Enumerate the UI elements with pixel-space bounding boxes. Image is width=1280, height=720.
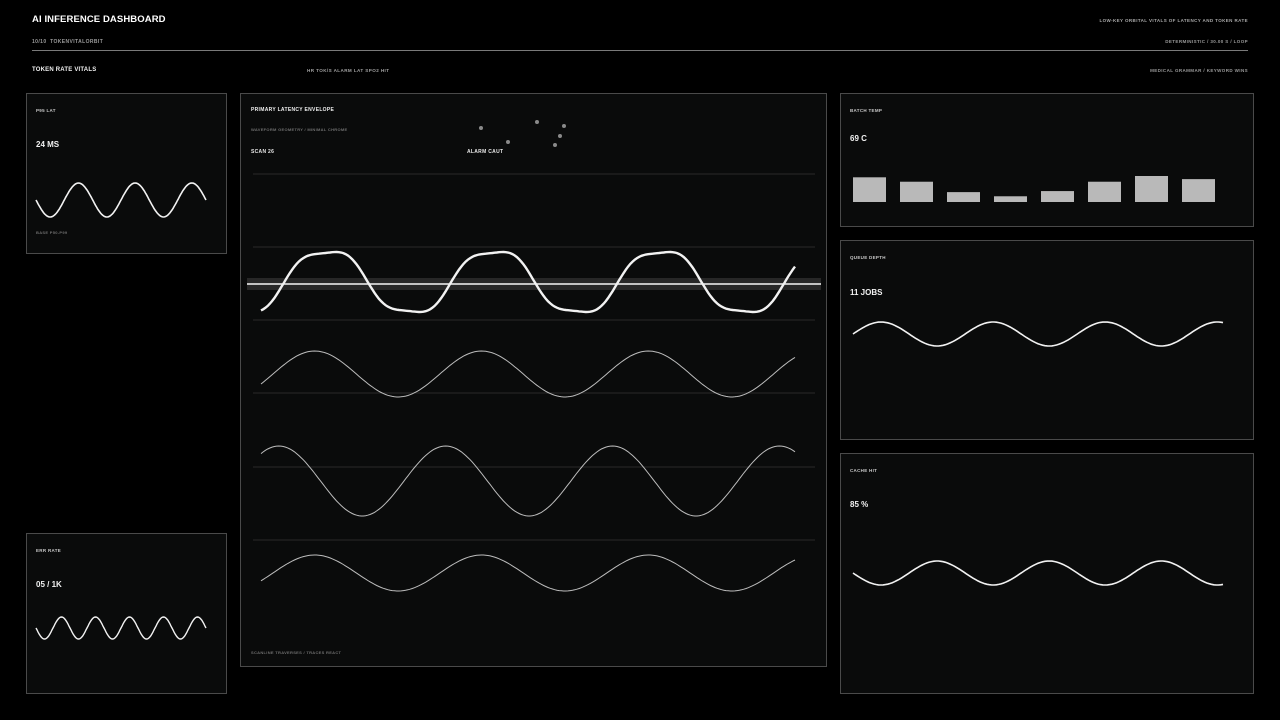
trace-line <box>260 445 796 517</box>
wave-line <box>852 321 1224 347</box>
err-sparkline <box>35 616 207 640</box>
panel-queue-depth: QUEUE DEPTH 11 JOBS <box>840 240 1254 440</box>
batch-bar <box>1182 179 1215 202</box>
panel-primary-latency: PRIMARY LATENCY ENVELOPE WAVEFORM GEOMET… <box>240 93 827 667</box>
batch-bar <box>1088 181 1121 202</box>
panel-label: ERR RATE <box>36 548 62 553</box>
panel-label: P95 LAT <box>36 108 56 113</box>
wave-line <box>35 616 207 640</box>
panel-p95-latency: P95 LAT 24 MS BASE P50-P99 <box>26 93 227 254</box>
batch-bar <box>994 196 1027 202</box>
batch-bar <box>900 181 933 202</box>
counter-value: 10/10 <box>32 39 47 45</box>
panel-value: 85 % <box>850 500 869 509</box>
mode-readout: DETERMINISTIC / 30.00 S / LOOP <box>1165 39 1248 44</box>
page-subtitle: LOW-KEY ORBITAL VITALS OF LATENCY AND TO… <box>1099 18 1248 23</box>
panel-batch-temp: BATCH TEMP 69 C <box>840 93 1254 227</box>
page-title: AI INFERENCE DASHBOARD <box>32 14 166 25</box>
batch-bar <box>1135 176 1168 202</box>
panel-label: CACHE HIT <box>850 468 878 473</box>
queue-sparkline <box>852 321 1224 347</box>
panel-cache-hit: CACHE HIT 85 % <box>840 453 1254 694</box>
panel-error-rate: ERR RATE 05 / 1K <box>26 533 227 694</box>
batch-bars <box>853 176 1215 202</box>
trace-area <box>247 173 821 592</box>
header-divider <box>32 50 1248 51</box>
trace-line <box>260 554 796 592</box>
header-counter: 10/10 TOKENVITALORBIT <box>32 39 103 45</box>
panel-label: BATCH TEMP <box>850 108 883 113</box>
batch-bar <box>853 177 886 202</box>
channel-legend: HR TOK/S ALARM LAT SPO2 HIT <box>307 68 390 73</box>
main-footer: SCANLINE TRAVERSES / TRACES REACT <box>251 650 342 655</box>
panel-value: 05 / 1K <box>36 580 62 589</box>
trace-line <box>260 350 796 398</box>
grammar-note: MEDICAL GRAMMAR / KEYWORD WINS <box>1150 68 1248 73</box>
batch-bar <box>947 192 980 202</box>
panel-label: QUEUE DEPTH <box>850 255 886 260</box>
panel-value: 24 MS <box>36 140 60 149</box>
p95-sparkline <box>35 182 207 218</box>
panel-value: 69 C <box>850 134 867 143</box>
panel-value: 11 JOBS <box>850 288 883 297</box>
batch-bar <box>1041 191 1074 202</box>
cache-sparkline <box>852 560 1224 586</box>
wave-line <box>35 182 207 218</box>
wave-line <box>852 560 1224 586</box>
app-name: TOKENVITALORBIT <box>50 39 104 45</box>
section-title: TOKEN RATE VITALS <box>32 67 97 73</box>
panel-sub: BASE P50-P99 <box>36 230 68 235</box>
